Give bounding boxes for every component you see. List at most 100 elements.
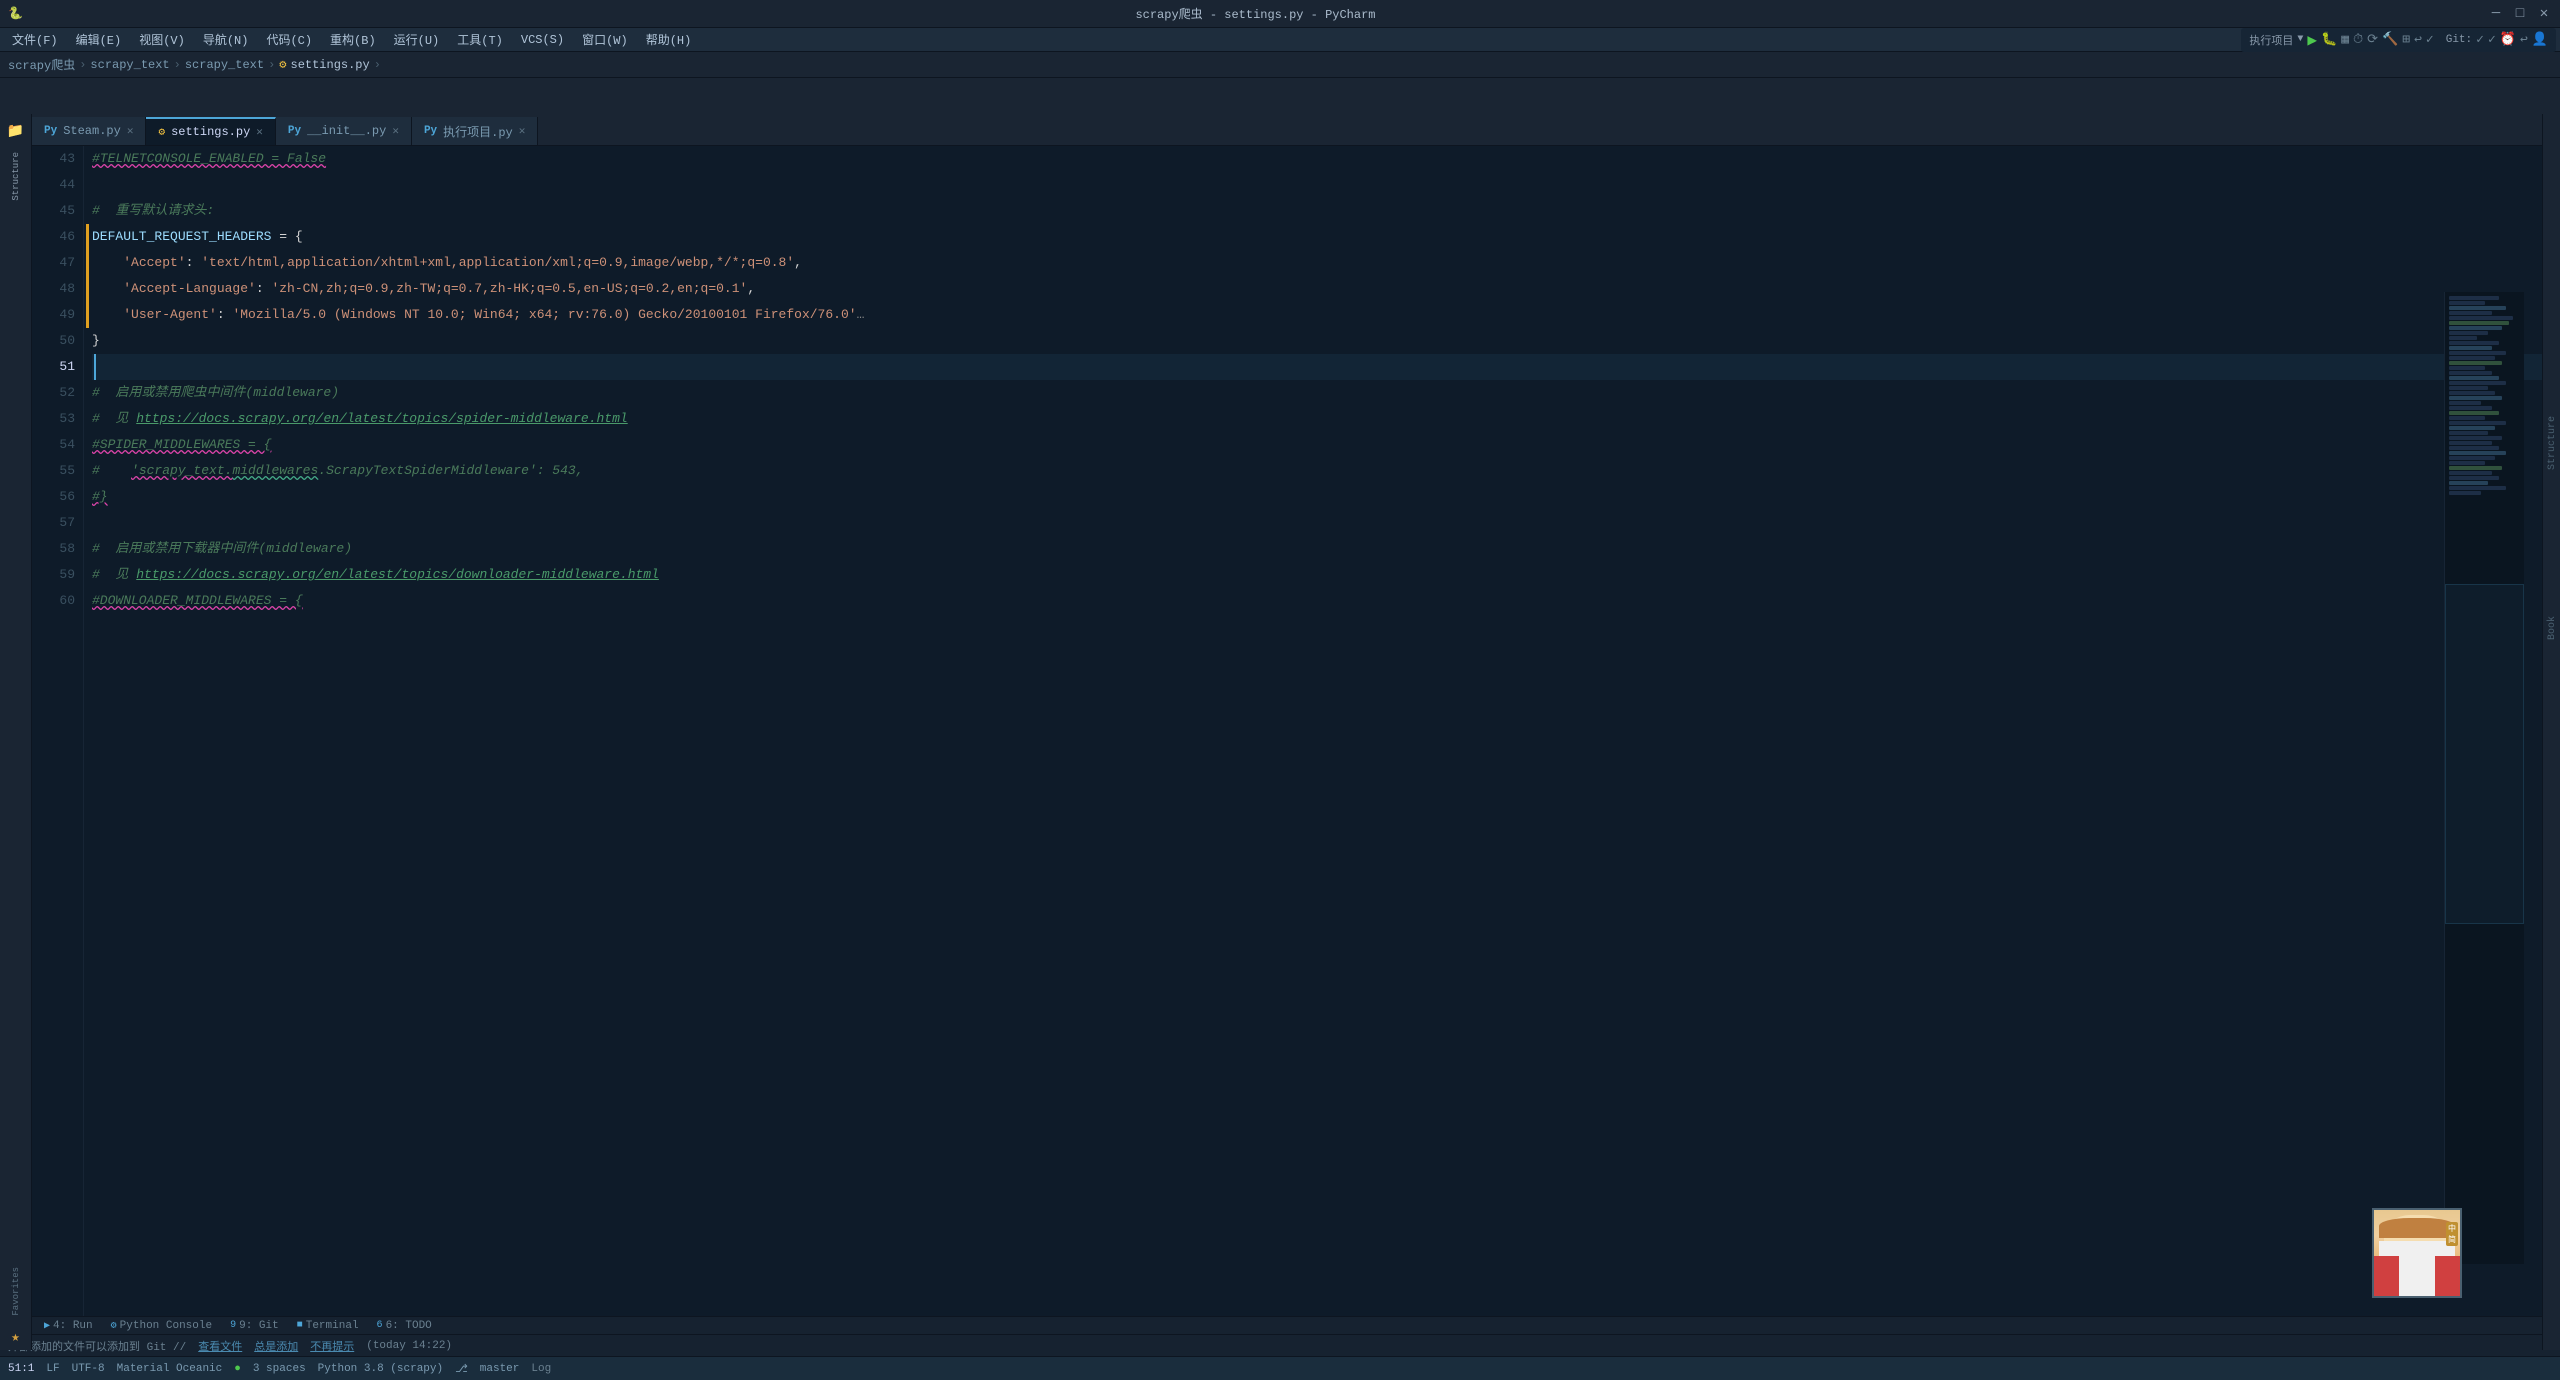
code-53-link[interactable]: https://docs.scrapy.org/en/latest/topics…: [136, 406, 627, 432]
code-46-eq: = {: [271, 224, 302, 250]
menu-window[interactable]: 窗口(W): [574, 29, 636, 50]
profile-button[interactable]: ⏱: [2353, 32, 2363, 47]
breadcrumb-folder-1[interactable]: scrapy_text: [90, 58, 169, 72]
code-46-var: DEFAULT_REQUEST_HEADERS: [92, 224, 271, 250]
maximize-button[interactable]: □: [2512, 6, 2528, 22]
menu-vcs[interactable]: VCS(S): [513, 31, 572, 49]
tab-steam-close[interactable]: ✕: [127, 124, 134, 138]
status-python[interactable]: Python 3.8 (scrapy): [318, 1363, 443, 1375]
terminal-label: Terminal: [306, 1320, 359, 1332]
git-clock-button[interactable]: ⏰: [2500, 32, 2516, 47]
code-56-text: #}: [92, 484, 108, 510]
minimize-button[interactable]: ─: [2488, 6, 2504, 22]
status-theme[interactable]: Material Oceanic: [117, 1363, 223, 1375]
close-button[interactable]: ✕: [2536, 6, 2552, 22]
tab-settings-close[interactable]: ✕: [256, 125, 263, 139]
update-button[interactable]: ⟳: [2367, 32, 2378, 47]
info-external: 外部添加的文件可以添加到 Git //: [8, 1338, 186, 1354]
coverage-button[interactable]: ▦: [2341, 32, 2349, 47]
bottom-tab-run[interactable]: ▶ 4: Run: [36, 1319, 101, 1333]
tab-steam-label: Steam.py: [63, 124, 121, 138]
ln-51: 51: [36, 354, 75, 380]
code-54-text: #SPIDER_MIDDLEWARES = {: [92, 432, 271, 458]
code-line-43: #TELNETCONSOLE_ENABLED = False: [92, 146, 2542, 172]
sidebar-icon-favorites[interactable]: Favorites: [3, 1261, 29, 1322]
code-47-colon: :: [186, 250, 202, 276]
tab-init-py[interactable]: Py __init__.py ✕: [276, 117, 412, 145]
code-line-57: [92, 510, 2542, 536]
tab-exec-close[interactable]: ✕: [519, 124, 526, 138]
bookmark-button[interactable]: ⊞: [2402, 32, 2410, 47]
undo-button[interactable]: ↩: [2414, 32, 2422, 47]
editor-area[interactable]: 43 44 45 46 47 48 49 50 51 52 53 54 55 5…: [32, 146, 2542, 1322]
status-log[interactable]: Log: [531, 1363, 551, 1375]
run-config-dropdown[interactable]: ▼: [2297, 34, 2303, 45]
status-line-ending[interactable]: LF: [46, 1363, 59, 1375]
code-48-indent: [92, 276, 123, 302]
status-branch-icon: ⎇: [455, 1362, 468, 1376]
code-line-52: # 启用或禁用爬虫中间件(middleware): [92, 380, 2542, 406]
code-51-cursor: [94, 354, 104, 380]
code-content[interactable]: #TELNETCONSOLE_ENABLED = False # 重写默认请求头…: [84, 146, 2542, 1322]
ln-47: 47: [36, 250, 75, 276]
status-indent[interactable]: 3 spaces: [253, 1363, 306, 1375]
run-config-label: 执行项目: [2249, 32, 2293, 48]
code-line-47: 'Accept' : 'text/html,application/xhtml+…: [92, 250, 2542, 276]
code-49-cut: …: [857, 302, 865, 328]
tab-steam-py[interactable]: Py Steam.py ✕: [32, 117, 146, 145]
code-52-text: # 启用或禁用爬虫中间件(middleware): [92, 380, 339, 406]
info-view-link[interactable]: 查看文件: [198, 1338, 242, 1354]
title-bar-controls: ─ □ ✕: [2488, 6, 2552, 22]
bottom-tab-python-console[interactable]: ⚙ Python Console: [103, 1319, 220, 1333]
git-check-button[interactable]: ✓: [2476, 32, 2484, 47]
menu-view[interactable]: 视图(V): [131, 29, 193, 50]
code-48-comma: ,: [747, 276, 755, 302]
code-55-middlewares: middlewares: [232, 458, 318, 484]
git-profile-button[interactable]: 👤: [2532, 32, 2548, 47]
git-undo-button[interactable]: ↩: [2520, 32, 2528, 47]
debug-button[interactable]: 🐛: [2321, 32, 2337, 47]
structure-panel-label[interactable]: Structure: [2545, 414, 2560, 472]
bottom-tab-git[interactable]: 9 9: Git: [222, 1319, 287, 1333]
info-add-link[interactable]: 总是添加: [254, 1338, 298, 1354]
info-no-more-link[interactable]: 不再提示: [310, 1338, 354, 1354]
sidebar-icon-star[interactable]: ★: [3, 1324, 29, 1350]
status-encoding[interactable]: UTF-8: [72, 1363, 105, 1375]
code-59-link[interactable]: https://docs.scrapy.org/en/latest/topics…: [136, 562, 659, 588]
breadcrumb-folder-2[interactable]: scrapy_text: [185, 58, 264, 72]
menu-help[interactable]: 帮助(H): [638, 29, 700, 50]
breadcrumb-file[interactable]: settings.py: [291, 58, 370, 72]
breadcrumb-project[interactable]: scrapy爬虫: [8, 56, 75, 73]
code-line-60: #DOWNLOADER_MIDDLEWARES = {: [92, 588, 2542, 614]
menu-file[interactable]: 文件(F): [4, 29, 66, 50]
menu-navigate[interactable]: 导航(N): [195, 29, 257, 50]
bottom-tab-todo[interactable]: 6 6: TODO: [369, 1319, 440, 1333]
build-button[interactable]: 🔨: [2382, 32, 2398, 47]
menu-run[interactable]: 运行(U): [386, 29, 448, 50]
git-update-button[interactable]: ✓: [2488, 32, 2496, 47]
run-tab-label: 4: Run: [53, 1320, 93, 1332]
menu-edit[interactable]: 编辑(E): [68, 29, 130, 50]
git-label: Git:: [2446, 34, 2472, 46]
book-panel-label[interactable]: Book: [2545, 614, 2560, 642]
code-59-prefix: # 见: [92, 562, 136, 588]
ln-52: 52: [36, 380, 75, 406]
tab-exec-label: 执行项目.py: [443, 123, 513, 140]
terminal-icon: ■: [297, 1320, 303, 1331]
sidebar-icon-project[interactable]: 📁: [3, 118, 29, 144]
code-line-59: # 见 https://docs.scrapy.org/en/latest/to…: [92, 562, 2542, 588]
run-toolbar: 执行项目 ▼ ▶ 🐛 ▦ ⏱ ⟳ 🔨 ⊞ ↩ ✓ Git: ✓ ✓ ⏰ ↩ 👤: [2241, 28, 2556, 52]
menu-tools[interactable]: 工具(T): [449, 29, 511, 50]
tab-settings-py[interactable]: ⚙ settings.py ✕: [146, 117, 275, 145]
bottom-tab-terminal[interactable]: ■ Terminal: [289, 1319, 367, 1333]
menu-refactor[interactable]: 重构(B): [322, 29, 384, 50]
tab-init-close[interactable]: ✕: [392, 124, 399, 138]
tab-exec-py[interactable]: Py 执行项目.py ✕: [412, 117, 538, 145]
sidebar-icon-structure[interactable]: Structure: [3, 146, 29, 207]
run-button[interactable]: ▶: [2307, 30, 2317, 50]
commit-button[interactable]: ✓: [2426, 32, 2434, 47]
status-dot: ●: [234, 1363, 241, 1375]
menu-code[interactable]: 代码(C): [258, 29, 320, 50]
ln-44: 44: [36, 172, 75, 198]
minimap-content: [2445, 292, 2524, 1264]
